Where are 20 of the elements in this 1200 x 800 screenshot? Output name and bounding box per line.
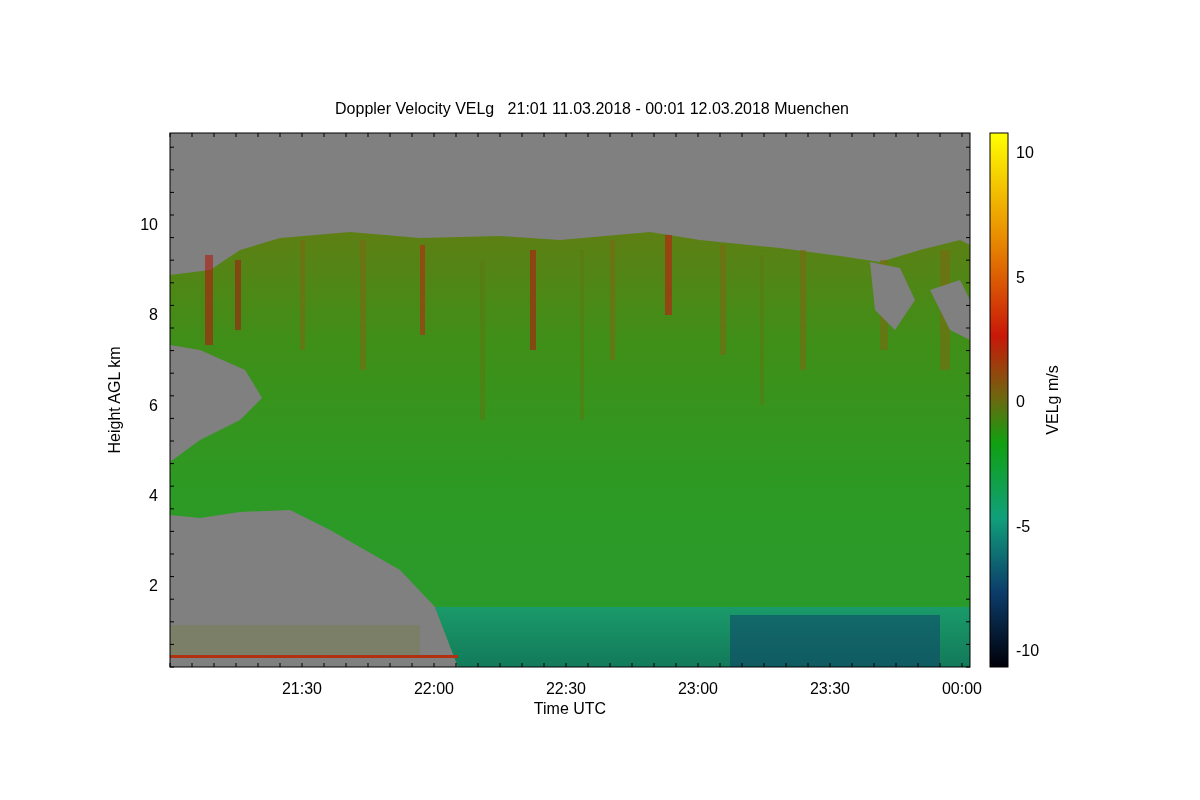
- x-axis-tick-label: 22:00: [414, 680, 454, 697]
- x-axis-tick-label: 23:30: [810, 680, 850, 697]
- x-axis-tick-label: 21:30: [282, 680, 322, 697]
- y-axis-tick-label: 6: [149, 396, 158, 414]
- y-axis-label: Height AGL km: [106, 346, 123, 454]
- colorbar-tick-label: 0: [1016, 393, 1025, 410]
- colorbar-tick-label: -5: [1016, 517, 1031, 535]
- colorbar-tick-label: -10: [1016, 642, 1040, 659]
- y-axis-tick-label: 10: [140, 216, 158, 233]
- colorbar-tick-label: 10: [1016, 144, 1034, 161]
- y-axis-tick-label: 2: [149, 577, 158, 595]
- y-axis-tick-label: 8: [149, 306, 158, 324]
- x-axis-tick-label: 23:00: [678, 680, 718, 697]
- y-axis-tick-label: 4: [149, 486, 158, 504]
- chart-title: Doppler Velocity VELg 21:01 11.03.2018 - 00:01 12.03.2018 Muenchen: [335, 100, 849, 117]
- x-axis-label: Time UTC: [533, 700, 607, 717]
- colorbar-tick-label: 5: [1016, 268, 1025, 286]
- colorbar-label: VELg m/s: [1044, 365, 1061, 435]
- x-axis-tick-label: 00:00: [942, 680, 982, 697]
- x-axis-tick-label: 22:30: [546, 680, 586, 697]
